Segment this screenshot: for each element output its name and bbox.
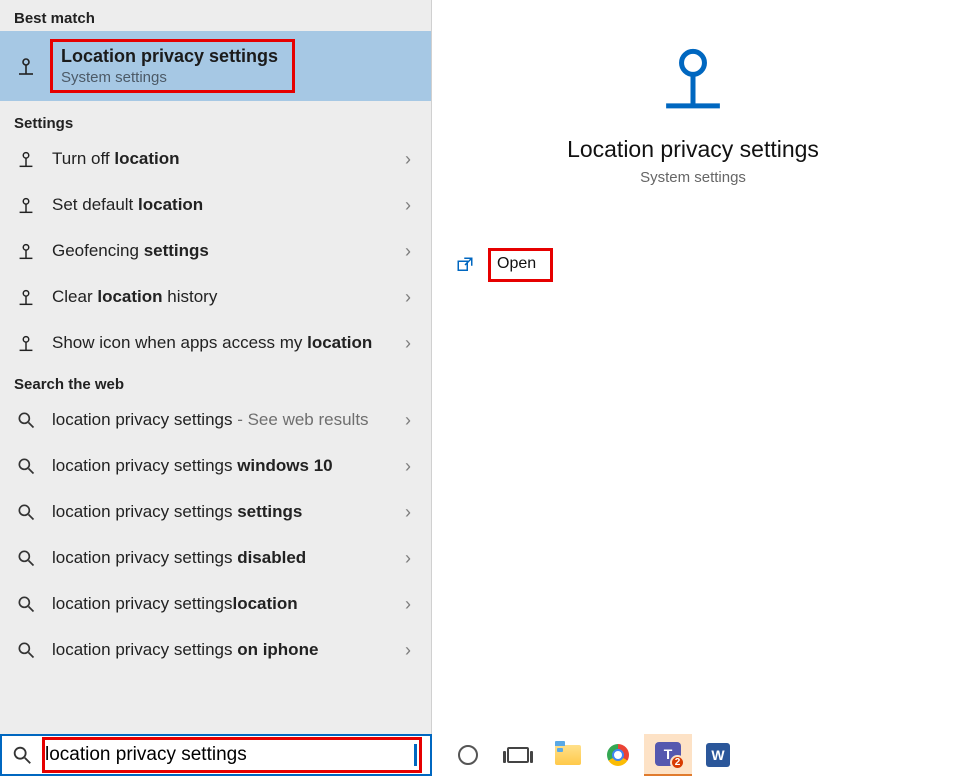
settings-item-geofencing-settings[interactable]: Geofencing settings › <box>0 228 431 274</box>
chrome-button[interactable] <box>594 734 642 776</box>
settings-item-label: Geofencing settings <box>52 240 391 262</box>
best-match-highlight: Location privacy settings System setting… <box>50 39 295 93</box>
settings-item-show-icon-location[interactable]: Show icon when apps access my location › <box>0 320 431 366</box>
best-match-subtitle: System settings <box>61 69 278 86</box>
best-match-header: Best match <box>0 0 431 31</box>
chevron-right-icon: › <box>405 333 417 354</box>
settings-item-set-default-location[interactable]: Set default location › <box>0 182 431 228</box>
web-result[interactable]: location privacy settings windows 10 › <box>0 443 431 489</box>
web-result-label: location privacy settings settings <box>52 501 391 523</box>
settings-item-clear-location-history[interactable]: Clear location history › <box>0 274 431 320</box>
search-icon <box>14 640 38 660</box>
chrome-icon <box>607 744 629 766</box>
teams-icon: T 2 <box>655 742 681 766</box>
cortana-button[interactable] <box>444 734 492 776</box>
best-match-title: Location privacy settings <box>61 46 278 67</box>
chevron-right-icon: › <box>405 456 417 477</box>
chevron-right-icon: › <box>405 410 417 431</box>
taskbar: T 2 W <box>0 734 954 776</box>
chevron-right-icon: › <box>405 241 417 262</box>
location-icon <box>14 148 38 170</box>
word-letter: W <box>711 747 724 763</box>
web-result[interactable]: location privacy settings disabled › <box>0 535 431 581</box>
search-input[interactable] <box>45 742 410 768</box>
location-icon <box>14 194 38 216</box>
settings-header: Settings <box>0 101 431 136</box>
cortana-icon <box>458 745 478 765</box>
open-label: Open <box>497 255 536 272</box>
open-action[interactable]: Open <box>456 244 930 286</box>
web-result-label: location privacy settingslocation <box>52 593 391 615</box>
chevron-right-icon: › <box>405 640 417 661</box>
detail-icon <box>456 36 930 122</box>
web-result-label: location privacy settings disabled <box>52 547 391 569</box>
chevron-right-icon: › <box>405 594 417 615</box>
location-icon <box>14 52 38 80</box>
search-results-pane: Best match Location privacy settings Sys… <box>0 0 432 734</box>
location-icon <box>14 286 38 308</box>
notification-badge: 2 <box>670 755 685 770</box>
chevron-right-icon: › <box>405 149 417 170</box>
settings-item-label: Turn off location <box>52 148 391 170</box>
location-icon <box>14 240 38 262</box>
text-caret <box>414 744 417 766</box>
web-result-label: location privacy settings on iphone <box>52 639 391 661</box>
web-result[interactable]: location privacy settingslocation › <box>0 581 431 627</box>
search-icon <box>14 594 38 614</box>
file-explorer-button[interactable] <box>544 734 592 776</box>
web-results-list: location privacy settings - See web resu… <box>0 397 431 673</box>
word-button[interactable]: W <box>694 734 742 776</box>
settings-list: Turn off location › Set default location… <box>0 136 431 366</box>
best-match-result[interactable]: Location privacy settings System setting… <box>0 31 431 101</box>
search-icon <box>14 548 38 568</box>
taskbar-icons: T 2 W <box>432 734 742 776</box>
web-result-label: location privacy settings - See web resu… <box>52 409 391 431</box>
word-icon: W <box>706 743 730 767</box>
chevron-right-icon: › <box>405 548 417 569</box>
file-explorer-icon <box>555 745 581 765</box>
web-result-label: location privacy settings windows 10 <box>52 455 391 477</box>
location-icon <box>14 332 38 354</box>
settings-item-label: Clear location history <box>52 286 391 308</box>
search-input-highlight <box>42 737 422 773</box>
search-icon <box>14 456 38 476</box>
settings-item-turn-off-location[interactable]: Turn off location › <box>0 136 431 182</box>
web-result[interactable]: location privacy settings settings › <box>0 489 431 535</box>
search-icon <box>10 744 34 766</box>
chevron-right-icon: › <box>405 502 417 523</box>
open-external-icon <box>456 256 474 274</box>
detail-pane: Location privacy settings System setting… <box>432 0 954 734</box>
settings-item-label: Set default location <box>52 194 391 216</box>
chevron-right-icon: › <box>405 287 417 308</box>
web-result[interactable]: location privacy settings on iphone › <box>0 627 431 673</box>
teams-button[interactable]: T 2 <box>644 734 692 776</box>
chevron-right-icon: › <box>405 195 417 216</box>
search-icon <box>14 502 38 522</box>
task-view-icon <box>507 747 529 763</box>
search-icon <box>14 410 38 430</box>
search-web-header: Search the web <box>0 366 431 397</box>
detail-title: Location privacy settings <box>456 136 930 163</box>
taskbar-search-box[interactable] <box>0 734 432 776</box>
open-highlight: Open <box>488 248 553 282</box>
task-view-button[interactable] <box>494 734 542 776</box>
web-result[interactable]: location privacy settings - See web resu… <box>0 397 431 443</box>
detail-subtitle: System settings <box>456 169 930 186</box>
settings-item-label: Show icon when apps access my location <box>52 332 391 354</box>
